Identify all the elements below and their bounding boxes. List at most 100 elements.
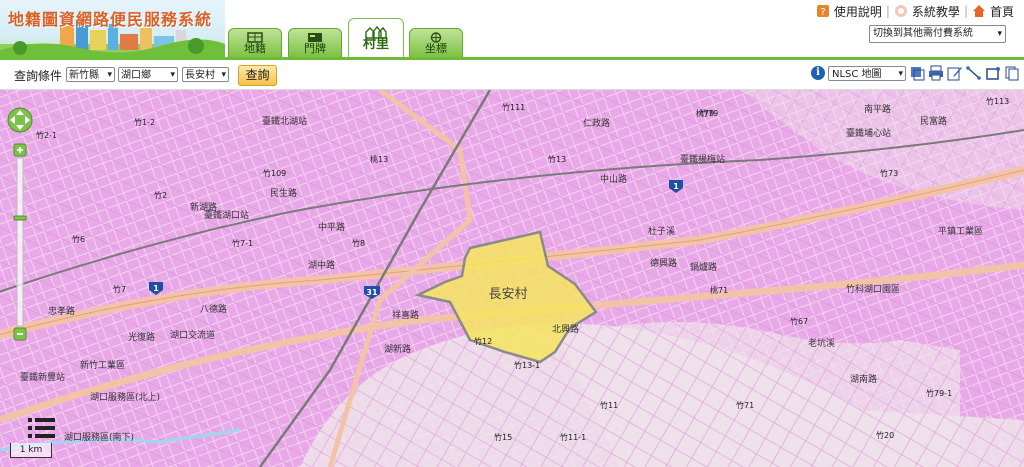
link-divider: | [885, 4, 890, 18]
map-label: 光復路 [128, 331, 155, 343]
map-label: 民富路 [920, 115, 947, 127]
township-select[interactable]: 湖口鄉 [118, 67, 178, 83]
app-title: 地籍圖資網路便民服務系統 [8, 10, 213, 29]
tab-village[interactable]: 村里 [348, 18, 404, 59]
pan-control[interactable] [7, 107, 33, 133]
tab-village-label: 村里 [362, 37, 389, 52]
map-label: 新竹工業區 [80, 359, 125, 371]
map-label: 臺鐵楊梅站 [680, 153, 725, 165]
route-number: 竹13-1 [514, 360, 540, 370]
route-number: 竹7 [113, 284, 126, 294]
map-label: 南平路 [864, 103, 891, 115]
edit-icon[interactable] [947, 65, 963, 81]
zoom-slider[interactable] [13, 157, 27, 327]
route-number: 桃71 [710, 285, 728, 295]
map-label: 北興路 [552, 323, 579, 335]
route-number: 竹11 [600, 400, 618, 410]
route-number: 桃13 [370, 154, 388, 164]
map-label: 湖新路 [384, 343, 411, 355]
query-label: 查詢條件 [14, 69, 63, 83]
help-link-label: 使用說明 [833, 4, 882, 19]
route-number: 竹6 [72, 234, 85, 244]
route-number: 竹2 [154, 190, 167, 200]
tab-doorplate-label: 門牌 [304, 42, 326, 55]
route-number: 竹11-1 [560, 432, 586, 442]
home-icon [972, 5, 985, 17]
map-label: 八德路 [200, 303, 227, 315]
svg-text:1: 1 [673, 182, 679, 191]
map-label: 湖口服務區(南下) [64, 431, 134, 443]
tab-cadastral-label: 地籍 [244, 42, 266, 55]
chevron-down-icon: ▾ [997, 29, 1002, 39]
export-icon[interactable] [1004, 65, 1020, 81]
route-number: 竹13 [548, 154, 566, 164]
map-label: 民生路 [270, 187, 297, 199]
hillside-area [560, 322, 960, 467]
route-number: 竹20 [876, 430, 894, 440]
map-scale-bar: 1 km [10, 443, 52, 458]
map-label: 臺鐵新豐站 [20, 371, 65, 383]
top-links: ? 使用說明 | 系統教學 | 首頁 [816, 2, 1014, 20]
area-icon[interactable] [985, 65, 1001, 81]
zoom-in-button[interactable] [13, 143, 27, 157]
map-label: 臺鐵北湖站 [262, 115, 307, 127]
info-icon[interactable]: i [811, 66, 825, 80]
county-select-value: 新竹縣 [69, 70, 99, 81]
help-icon: ? [816, 5, 829, 18]
map-view: 長安村 湖口交流道 中山路 新湖路 民生路 中平路 湖中路 八德路 光復路 忠孝… [0, 90, 1024, 467]
home-link[interactable]: 首頁 [972, 3, 1014, 20]
tab-cadastral[interactable]: 地籍 [228, 28, 282, 59]
map-label: 中山路 [600, 173, 627, 185]
route-number: 竹111 [502, 102, 525, 112]
route-number: 竹7-1 [232, 238, 253, 248]
system-switch-value: 切換到其他需付費系統 [873, 28, 973, 39]
svg-text:1: 1 [153, 284, 159, 293]
map-label: 平鎮工業區 [938, 225, 983, 237]
zoom-out-button[interactable] [13, 327, 27, 341]
system-switch-select[interactable]: 切換到其他需付費系統 ▾ [869, 25, 1006, 43]
map-label: 湖口交流道 [170, 329, 215, 341]
map-label: 臺鐵湖口站 [204, 209, 249, 221]
tab-coordinate[interactable]: 坐標 [409, 28, 463, 59]
map-label: 竹科湖口園區 [846, 283, 900, 295]
zoom-control [7, 107, 33, 341]
map-label: 中平路 [318, 221, 345, 233]
basemap-select[interactable]: NLSC 地圖 [828, 65, 906, 82]
basemap-select-value: NLSC 地圖 [832, 68, 882, 80]
map-label: 湖南路 [850, 373, 877, 385]
link-divider: | [963, 4, 968, 18]
map-label: 杜子溪 [648, 225, 675, 237]
route-number: 竹8 [352, 238, 365, 248]
route-number: 竹113 [986, 96, 1009, 106]
svg-text:31: 31 [366, 288, 378, 297]
legend-toggle-icon[interactable] [28, 415, 56, 441]
village-select-value: 長安村 [185, 70, 215, 81]
map-label: 臺鐵埔心站 [846, 127, 891, 139]
map-canvas[interactable]: 長安村 湖口交流道 中山路 新湖路 民生路 中平路 湖中路 八德路 光復路 忠孝… [0, 90, 1024, 467]
map-label: 湖中路 [308, 259, 335, 271]
tutorial-link[interactable]: 系統教學 [894, 3, 960, 20]
home-link-label: 首頁 [989, 4, 1014, 19]
route-number: 竹1-2 [134, 117, 155, 127]
layers-icon[interactable] [909, 65, 925, 81]
tutorial-link-label: 系統教學 [911, 4, 960, 19]
print-icon[interactable] [928, 65, 944, 81]
map-label: 德興路 [650, 257, 677, 269]
measure-icon[interactable] [966, 65, 982, 81]
route-number: 竹71 [736, 400, 754, 410]
route-number: 竹79-1 [926, 388, 952, 398]
county-select[interactable]: 新竹縣 [66, 67, 115, 83]
route-number: 竹73 [880, 168, 898, 178]
tab-doorplate[interactable]: 門牌 [288, 28, 342, 59]
route-number: 竹15 [494, 432, 512, 442]
township-select-value: 湖口鄉 [121, 70, 151, 81]
route-number: 竹12 [474, 336, 492, 346]
help-link[interactable]: ? 使用說明 [816, 3, 882, 20]
query-button[interactable]: 查詢 [238, 65, 277, 86]
map-toolbar: i NLSC 地圖 [811, 65, 1020, 82]
query-bar: 查詢條件 新竹縣 湖口鄉 長安村 查詢 i NLSC 地圖 [0, 60, 1024, 90]
map-label: 祥喜路 [392, 309, 419, 321]
route-number: 桃79 [696, 108, 714, 118]
tutorial-icon [894, 5, 907, 17]
village-select[interactable]: 長安村 [182, 67, 229, 83]
